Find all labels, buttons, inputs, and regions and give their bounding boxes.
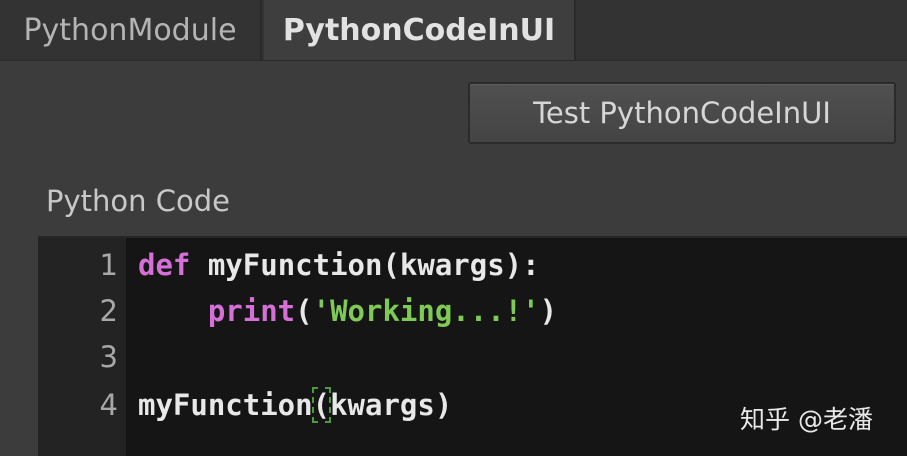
line-number: 1: [99, 248, 118, 282]
line-number: 4: [99, 388, 118, 422]
line-number: 3: [99, 340, 118, 374]
code-token: ): [539, 294, 558, 328]
python-code-label: Python Code: [46, 184, 230, 218]
test-pythoncodeinui-button[interactable]: Test PythonCodeInUI: [468, 82, 896, 144]
houdini-parameter-panel: PythonModule PythonCodeInUI Test PythonC…: [0, 0, 907, 456]
string-token: 'Working...!': [312, 294, 540, 328]
code-token: myFunction(kwargs):: [190, 248, 540, 282]
code-token: (: [295, 294, 313, 328]
indent-token: [138, 294, 208, 328]
watermark: 知乎 @老潘: [740, 405, 873, 434]
tab-pythoncodeinui[interactable]: PythonCodeInUI: [264, 0, 576, 60]
code-line: myFunction(kwargs): [138, 382, 452, 428]
line-number-gutter: 1 2 3 4: [38, 238, 126, 456]
code-token: myFunction: [138, 388, 313, 422]
tab-bar: PythonModule PythonCodeInUI: [0, 0, 907, 61]
code-line: print('Working...!'): [138, 288, 557, 334]
line-number: 2: [99, 294, 118, 328]
code-line: def myFunction(kwargs):: [138, 242, 540, 288]
tab-pythonmodule[interactable]: PythonModule: [0, 0, 262, 60]
keyword-token: def: [138, 248, 191, 282]
code-token: kwargs): [330, 388, 453, 422]
matched-bracket: (: [311, 387, 332, 423]
keyword-token: print: [207, 294, 296, 328]
